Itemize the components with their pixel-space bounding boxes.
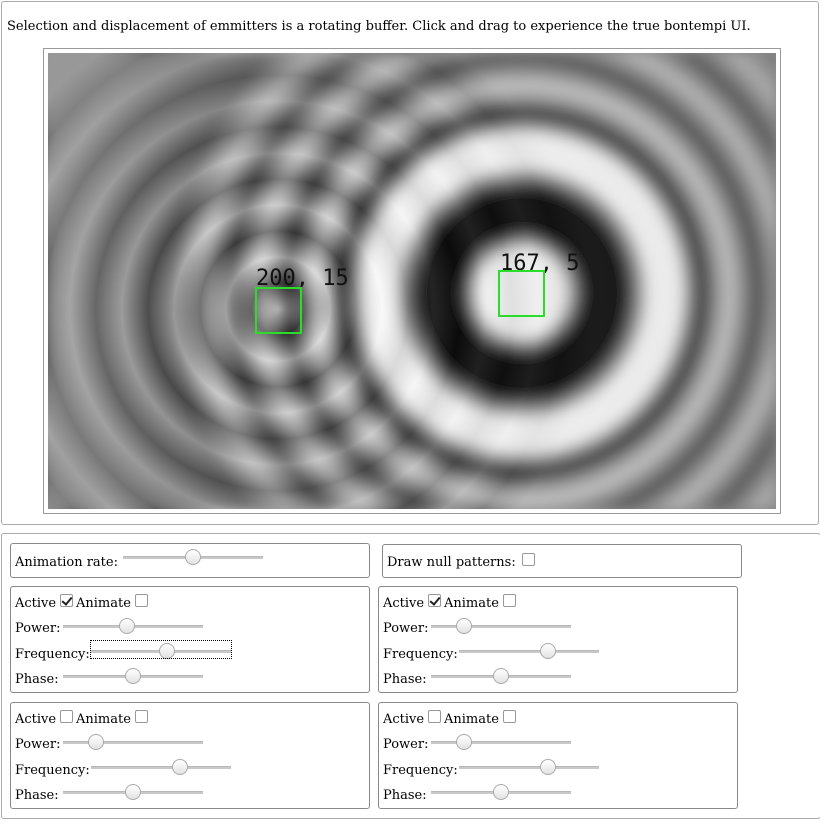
phase-label: Phase: bbox=[15, 672, 59, 687]
power-track[interactable] bbox=[431, 625, 571, 628]
phase-label: Phase: bbox=[383, 672, 427, 687]
active-checkbox[interactable] bbox=[60, 710, 73, 723]
power-label: Power: bbox=[15, 621, 61, 636]
frequency-label: Frequency: bbox=[15, 763, 90, 778]
power-label: Power: bbox=[15, 737, 61, 752]
wave-field-core bbox=[342, 113, 702, 473]
frequency-label: Frequency: bbox=[383, 763, 458, 778]
animate-checkbox[interactable] bbox=[135, 710, 148, 723]
animate-label: Animate bbox=[76, 596, 131, 611]
frequency-slider[interactable] bbox=[171, 759, 188, 775]
active-checkbox[interactable] bbox=[428, 594, 441, 607]
interference-canvas[interactable]: 200, 15 167, 5 bbox=[48, 53, 776, 509]
draw-null-box: Draw null patterns: bbox=[382, 544, 742, 578]
active-label: Active bbox=[383, 596, 425, 611]
frequency-label: Frequency: bbox=[15, 647, 90, 662]
emitter-controls-2: Active Animate Power: Frequency: Phase: bbox=[378, 586, 738, 693]
draw-null-label: Draw null patterns: bbox=[387, 555, 516, 570]
animate-label: Animate bbox=[444, 596, 499, 611]
power-slider[interactable] bbox=[118, 618, 135, 634]
frequency-slider[interactable] bbox=[539, 759, 556, 775]
frequency-track[interactable] bbox=[459, 766, 599, 769]
phase-label: Phase: bbox=[15, 788, 59, 803]
emitter-controls-4: Active Animate Power: Frequency: Phase: bbox=[378, 702, 738, 809]
frequency-slider[interactable] bbox=[539, 643, 556, 659]
animate-label: Animate bbox=[444, 712, 499, 727]
emitter-controls-1: Active Animate Power: Frequency: Phase: bbox=[10, 586, 370, 693]
frequency-track[interactable] bbox=[459, 650, 599, 653]
active-label: Active bbox=[15, 596, 57, 611]
emitter-label-2: 167, 5 bbox=[500, 251, 579, 276]
power-slider[interactable] bbox=[455, 618, 472, 634]
animation-rate-slider[interactable] bbox=[185, 549, 201, 565]
power-slider[interactable] bbox=[87, 734, 104, 750]
power-label: Power: bbox=[383, 621, 429, 636]
power-slider[interactable] bbox=[455, 734, 472, 750]
power-label: Power: bbox=[383, 737, 429, 752]
phase-slider[interactable] bbox=[125, 668, 141, 684]
animate-checkbox[interactable] bbox=[503, 710, 516, 723]
interference-canvas-frame[interactable]: 200, 15 167, 5 bbox=[43, 48, 781, 514]
active-label: Active bbox=[15, 712, 57, 727]
power-track[interactable] bbox=[63, 741, 203, 744]
instructions-text: Selection and displacement of emmitters … bbox=[7, 19, 751, 34]
animation-rate-box: Animation rate: bbox=[10, 543, 370, 578]
animate-checkbox[interactable] bbox=[135, 594, 148, 607]
phase-slider[interactable] bbox=[493, 784, 509, 800]
phase-slider[interactable] bbox=[125, 784, 141, 800]
frequency-label: Frequency: bbox=[383, 647, 458, 662]
draw-null-checkbox[interactable] bbox=[522, 553, 535, 566]
active-label: Active bbox=[383, 712, 425, 727]
active-checkbox[interactable] bbox=[60, 594, 73, 607]
frequency-focus-ring bbox=[90, 640, 232, 659]
visualization-panel: Selection and displacement of emmitters … bbox=[1, 1, 819, 525]
frequency-track[interactable] bbox=[91, 766, 231, 769]
emitter-controls-3: Active Animate Power: Frequency: Phase: bbox=[10, 702, 370, 809]
animate-checkbox[interactable] bbox=[503, 594, 516, 607]
phase-slider[interactable] bbox=[493, 668, 509, 684]
active-checkbox[interactable] bbox=[428, 710, 441, 723]
power-track[interactable] bbox=[431, 741, 571, 744]
animate-label: Animate bbox=[76, 712, 131, 727]
phase-label: Phase: bbox=[383, 788, 427, 803]
controls-panel: Animation rate: Draw null patterns: Acti… bbox=[1, 533, 820, 819]
animation-rate-label: Animation rate: bbox=[15, 555, 118, 570]
